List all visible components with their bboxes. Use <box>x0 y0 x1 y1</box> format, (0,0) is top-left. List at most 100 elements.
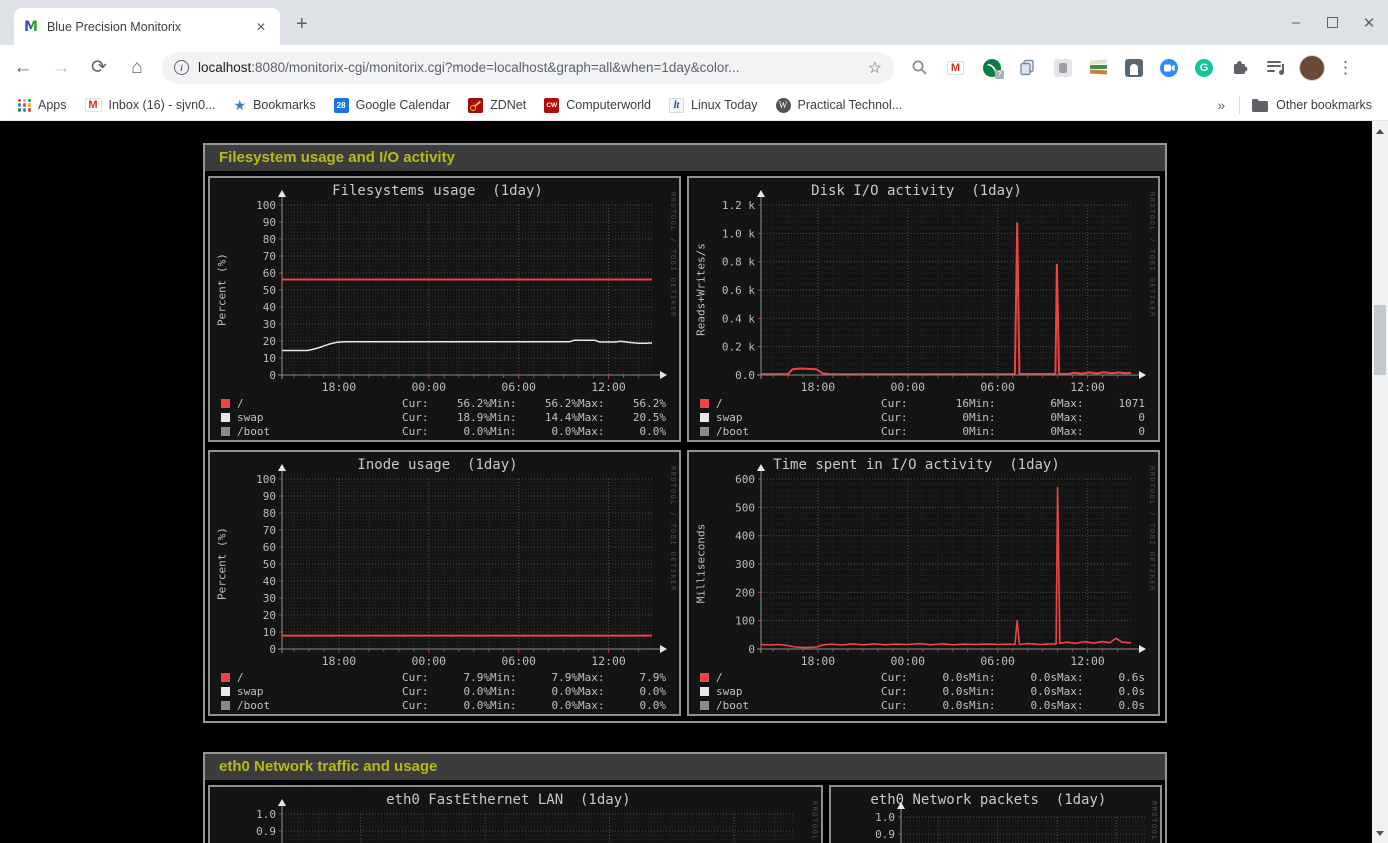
grammarly-extension-icon[interactable]: G <box>1195 59 1213 77</box>
legend-value: Cur:18.9% <box>402 411 490 424</box>
site-info-icon[interactable]: i <box>174 60 189 75</box>
chart-canvas: 0.00.2 k0.4 k0.6 k0.8 k1.0 k1.2 k18:0000… <box>689 178 1151 394</box>
scrollbar-up-arrow[interactable] <box>1372 123 1388 139</box>
minimize-button[interactable]: – <box>1289 14 1303 31</box>
legend-row: /bootCur:0Min:0Max:0 <box>700 424 1145 438</box>
gmail-icon: M <box>85 98 102 112</box>
tab-close-icon[interactable]: ✕ <box>252 18 270 36</box>
legend-series-name: swap <box>716 685 881 698</box>
legend-value: Cur:16 <box>881 397 969 410</box>
bookmark-computerworld[interactable]: CW Computerworld <box>544 98 651 113</box>
maximize-button[interactable] <box>1327 17 1338 28</box>
window-close-button[interactable]: ✕ <box>1362 14 1376 32</box>
svg-text:18:00: 18:00 <box>322 654 357 668</box>
google-voice-extension-icon[interactable]: ) ? <box>982 58 1001 77</box>
graph-time-in-io[interactable]: Time spent in I/O activity (1day)RRDTOOL… <box>687 450 1160 716</box>
legend-swatch <box>700 399 709 408</box>
legend-series-name: / <box>716 397 881 410</box>
scrollbar-thumb[interactable] <box>1374 305 1386 375</box>
books-extension-icon[interactable] <box>1089 58 1108 77</box>
bookmark-inbox[interactable]: M Inbox (16) - sjvn0... <box>85 98 216 112</box>
legend-value: Max:0 <box>1057 411 1145 424</box>
legend-series-name: swap <box>237 685 402 698</box>
legend-value: Max:0 <box>1057 425 1145 438</box>
bookmark-zdnet[interactable]: ZDNet <box>468 98 526 113</box>
svg-text:70: 70 <box>263 524 276 537</box>
voice-question-badge: ? <box>995 70 1004 79</box>
legend-value: Min:56.2% <box>490 397 578 410</box>
legend-series-name: /boot <box>716 425 881 438</box>
svg-text:12:00: 12:00 <box>1070 654 1105 668</box>
legend-swatch <box>221 427 230 436</box>
bookmarks-overflow-chevron[interactable]: » <box>1217 97 1225 113</box>
browser-tab[interactable]: M Blue Precision Monitorix ✕ <box>14 8 280 45</box>
zdnet-key-icon <box>468 98 483 113</box>
svg-text:06:00: 06:00 <box>501 654 536 668</box>
legend-value: Cur:0.0s <box>881 699 969 712</box>
legend-series-name: /boot <box>237 425 402 438</box>
dark-extension-icon[interactable] <box>1125 59 1143 77</box>
bookmark-apps[interactable]: Apps <box>18 98 67 112</box>
bookmark-practical-technology[interactable]: W Practical Technol... <box>776 98 903 113</box>
search-extension-icon[interactable] <box>910 58 929 77</box>
chart-canvas: 1.00.918:0000:0006:0012:00 <box>210 787 814 843</box>
legend-row: swapCur:0.0%Min:0.0%Max:0.0% <box>221 684 666 698</box>
other-bookmarks[interactable]: Other bookmarks <box>1276 98 1372 112</box>
svg-text:200: 200 <box>735 586 755 599</box>
home-button[interactable]: ⌂ <box>122 57 152 79</box>
legend-value: Max:0.0s <box>1057 699 1145 712</box>
legend-value: Max:0.0% <box>578 699 666 712</box>
svg-text:0: 0 <box>269 643 276 656</box>
svg-text:0.6 k: 0.6 k <box>722 284 755 297</box>
graph-disk-io-activity[interactable]: Disk I/O activity (1day)RRDTOOL / TOBI O… <box>687 176 1160 442</box>
tab-title: Blue Precision Monitorix <box>47 20 252 34</box>
copy-pages-extension-icon[interactable] <box>1018 58 1037 77</box>
graph-inode-usage[interactable]: Inode usage (1day)RRDTOOL / TOBI OETIKER… <box>208 450 681 716</box>
legend-value: Min:14.4% <box>490 411 578 424</box>
bookmark-bookmarks[interactable]: ★ Bookmarks <box>234 97 316 114</box>
legend-value: Max:20.5% <box>578 411 666 424</box>
svg-text:70: 70 <box>263 250 276 263</box>
svg-text:0.2 k: 0.2 k <box>722 341 755 354</box>
graph-legend: /Cur:56.2%Min:56.2%Max:56.2%swapCur:18.9… <box>221 396 666 438</box>
playlist-extension-icon[interactable] <box>1266 58 1285 77</box>
legend-value: Min:0.0s <box>969 685 1057 698</box>
reload-button[interactable]: ⟳ <box>84 56 114 79</box>
gmail-extension-icon[interactable]: M <box>946 58 965 77</box>
section-title-filesystem: Filesystem usage and I/O activity <box>205 145 1165 171</box>
chart-canvas: 010020030040050060018:0000:0006:0012:00 <box>689 452 1151 668</box>
back-button[interactable]: ← <box>8 57 38 79</box>
profile-avatar[interactable] <box>1299 55 1325 81</box>
forward-button[interactable]: → <box>46 57 76 79</box>
legend-value: Max:0.0s <box>1057 685 1145 698</box>
legend-value: Cur:0 <box>881 425 969 438</box>
address-bar[interactable]: i localhost:8080/monitorix-cgi/monitorix… <box>162 52 894 84</box>
legend-swatch <box>700 673 709 682</box>
graph-eth0-lan[interactable]: eth0 FastEthernet LAN (1day)RRDTOOL / TO… <box>208 785 823 843</box>
new-tab-button[interactable]: + <box>296 10 308 38</box>
bookmarks-divider <box>1239 96 1240 114</box>
url-host: localhost <box>198 60 251 75</box>
legend-row: swapCur:18.9%Min:14.4%Max:20.5% <box>221 410 666 424</box>
graph-filesystems-usage[interactable]: Filesystems usage (1day)RRDTOOL / TOBI O… <box>208 176 681 442</box>
legend-swatch <box>221 413 230 422</box>
section-title-network: eth0 Network traffic and usage <box>205 754 1165 780</box>
svg-text:80: 80 <box>263 233 276 246</box>
svg-text:80: 80 <box>263 507 276 520</box>
bookmark-star-icon[interactable]: ☆ <box>868 58 882 78</box>
legend-value: Max:1071 <box>1057 397 1145 410</box>
svg-text:90: 90 <box>263 490 276 503</box>
browser-menu-icon[interactable]: ⋮ <box>1337 58 1354 78</box>
svg-text:100: 100 <box>256 473 276 486</box>
disabled-extension-icon[interactable] <box>1054 59 1072 77</box>
legend-value: Min:6 <box>969 397 1057 410</box>
bookmark-linux-today[interactable]: lt Linux Today <box>669 98 758 113</box>
extensions-puzzle-icon[interactable] <box>1230 58 1249 77</box>
zoom-camera-extension-icon[interactable] <box>1160 59 1178 77</box>
scrollbar-down-arrow[interactable] <box>1372 825 1388 841</box>
page-scrollbar[interactable] <box>1372 121 1388 843</box>
bookmark-google-calendar[interactable]: 28 Google Calendar <box>334 98 451 113</box>
graph-eth0-packets[interactable]: eth0 Network packets (1day)RRDTOOL / TOB… <box>829 785 1162 843</box>
section-filesystem: Filesystem usage and I/O activity Filesy… <box>203 143 1167 723</box>
browser-window: { "window": { "minimize_glyph": "–", "cl… <box>0 0 1388 843</box>
